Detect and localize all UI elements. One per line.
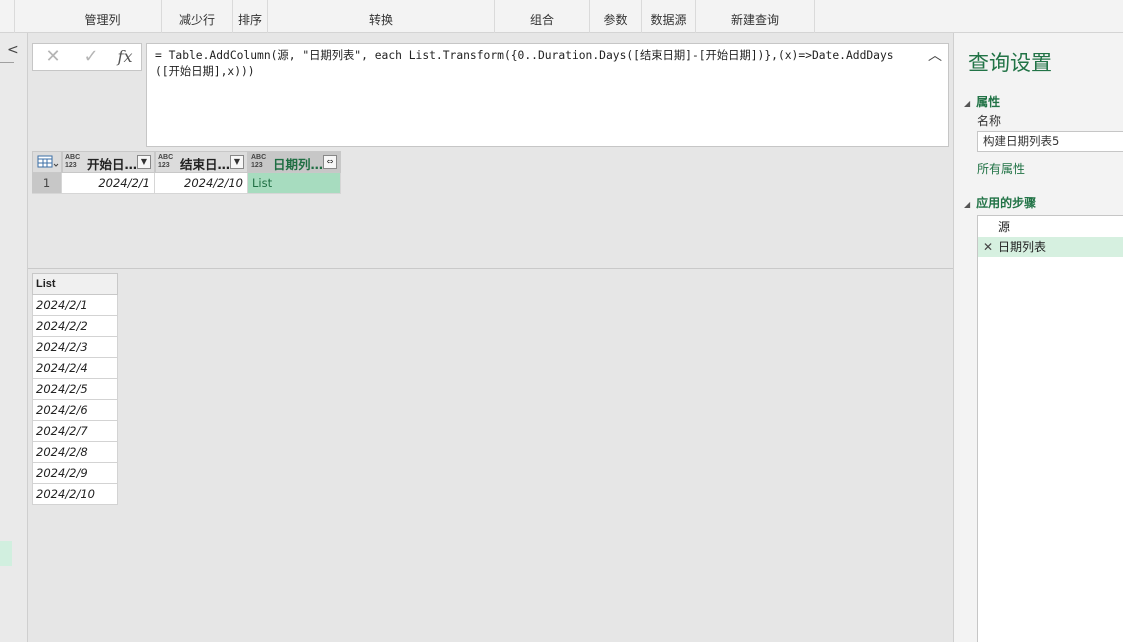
list-item: 2024/2/9 [32, 463, 118, 484]
collapse-triangle-icon: ◢ [964, 200, 971, 209]
cancel-icon[interactable]: ✕ [41, 47, 65, 67]
column-name: 日期列… [273, 157, 324, 172]
filter-dropdown-icon[interactable]: ▼ [137, 155, 151, 169]
table-menu-button[interactable] [32, 151, 62, 173]
fx-icon[interactable]: fx [113, 47, 137, 67]
expand-queries-pane-icon[interactable]: < [7, 43, 19, 57]
applied-steps-section-toggle[interactable]: ◢ 应用的步骤 [964, 194, 1036, 211]
ribbon-group-reduce-rows[interactable]: 减少行 [162, 0, 233, 33]
cell-end-date[interactable]: 2024/2/10 [155, 173, 248, 194]
delete-step-icon[interactable]: ✕ [983, 237, 993, 257]
step-label: 源 [998, 220, 1011, 234]
formula-text[interactable]: = Table.AddColumn(源, "日期列表", each List.T… [155, 49, 894, 78]
properties-section-toggle[interactable]: ◢ 属性 [964, 93, 1000, 110]
query-name-input[interactable]: 构建日期列表5 [977, 131, 1123, 152]
step-item-date-list[interactable]: ✕ 日期列表 [978, 237, 1123, 257]
any-type-icon: ABC 123 [65, 154, 81, 169]
list-item: 2024/2/10 [32, 484, 118, 505]
table-icon [37, 155, 59, 168]
list-item: 2024/2/8 [32, 442, 118, 463]
any-type-icon: ABC 123 [158, 154, 174, 169]
column-name: 结束日… [180, 157, 231, 172]
expand-column-icon[interactable]: ⇔ [323, 155, 337, 169]
collapse-triangle-icon: ◢ [964, 99, 971, 108]
column-header-end-date[interactable]: ABC 123 结束日… ▼ [155, 151, 248, 173]
ribbon-group-data-source[interactable]: 数据源 [642, 0, 696, 33]
name-label: 名称 [977, 114, 1002, 128]
ribbon-group-label: 排序 [237, 13, 262, 27]
list-item: 2024/2/3 [32, 337, 118, 358]
step-label: 日期列表 [998, 240, 1047, 254]
queries-pane-collapsed: < [0, 33, 28, 642]
preview-divider[interactable] [28, 268, 953, 269]
pane-divider [0, 62, 14, 63]
cell-start-date[interactable]: 2024/2/1 [62, 173, 155, 194]
ribbon-group-label: 参数 [603, 13, 628, 27]
column-header-date-list[interactable]: ABC 123 日期列… ⇔ [248, 151, 341, 173]
ribbon-group-manage-columns[interactable]: 管理列 [44, 0, 162, 33]
section-heading: 属性 [976, 95, 1001, 109]
section-heading: 应用的步骤 [976, 196, 1037, 210]
confirm-icon[interactable]: ✓ [79, 47, 103, 67]
filter-dropdown-icon[interactable]: ▼ [230, 155, 244, 169]
list-item: 2024/2/6 [32, 400, 118, 421]
ribbon-group-new-query[interactable]: 新建查询 [696, 0, 815, 33]
list-item: 2024/2/4 [32, 358, 118, 379]
ribbon-group-combine[interactable]: 组合 [495, 0, 590, 33]
ribbon-separator [14, 0, 15, 33]
column-header-start-date[interactable]: ABC 123 开始日… ▼ [62, 151, 155, 173]
formula-editor[interactable]: = Table.AddColumn(源, "日期列表", each List.T… [146, 43, 949, 147]
cell-date-list[interactable]: List [248, 173, 341, 194]
selected-query-marker [0, 541, 12, 566]
step-item-source[interactable]: 源 [978, 217, 1123, 237]
formula-buttons: ✕ ✓ fx [32, 43, 142, 71]
ribbon-group-parameters[interactable]: 参数 [590, 0, 642, 33]
query-settings-panel: 查询设置 ◢ 属性 名称 构建日期列表5 所有属性 ◢ 应用的步骤 源 ✕ 日期列表 [953, 33, 1123, 642]
list-preview: List 2024/2/1 2024/2/2 2024/2/3 2024/2/4… [32, 273, 118, 505]
any-type-icon: ABC 123 [251, 154, 267, 169]
collapse-formula-icon[interactable]: ︿ [928, 48, 942, 64]
applied-steps-list: 源 ✕ 日期列表 [977, 215, 1123, 642]
all-properties-link[interactable]: 所有属性 [977, 160, 1025, 177]
ribbon-group-transform[interactable]: 转换 [268, 0, 495, 33]
list-item: 2024/2/5 [32, 379, 118, 400]
list-item: 2024/2/1 [32, 295, 118, 316]
ribbon-group-label: 组合 [529, 13, 554, 27]
row-number[interactable]: 1 [32, 173, 62, 194]
list-item: 2024/2/2 [32, 316, 118, 337]
ribbon-group-sort[interactable]: 排序 [233, 0, 268, 33]
ribbon: 管理列 减少行 排序 转换 组合 参数 数据源 新建查询 [0, 0, 1123, 33]
column-name: 开始日… [87, 157, 138, 172]
preview-header: List [32, 273, 118, 295]
panel-title: 查询设置 [968, 51, 1052, 75]
ribbon-group-label: 减少行 [178, 13, 215, 27]
ribbon-group-label: 数据源 [650, 13, 687, 27]
ribbon-group-label: 管理列 [84, 13, 121, 27]
list-item: 2024/2/7 [32, 421, 118, 442]
ribbon-group-label: 新建查询 [730, 13, 779, 27]
ribbon-group-label: 转换 [368, 13, 393, 27]
